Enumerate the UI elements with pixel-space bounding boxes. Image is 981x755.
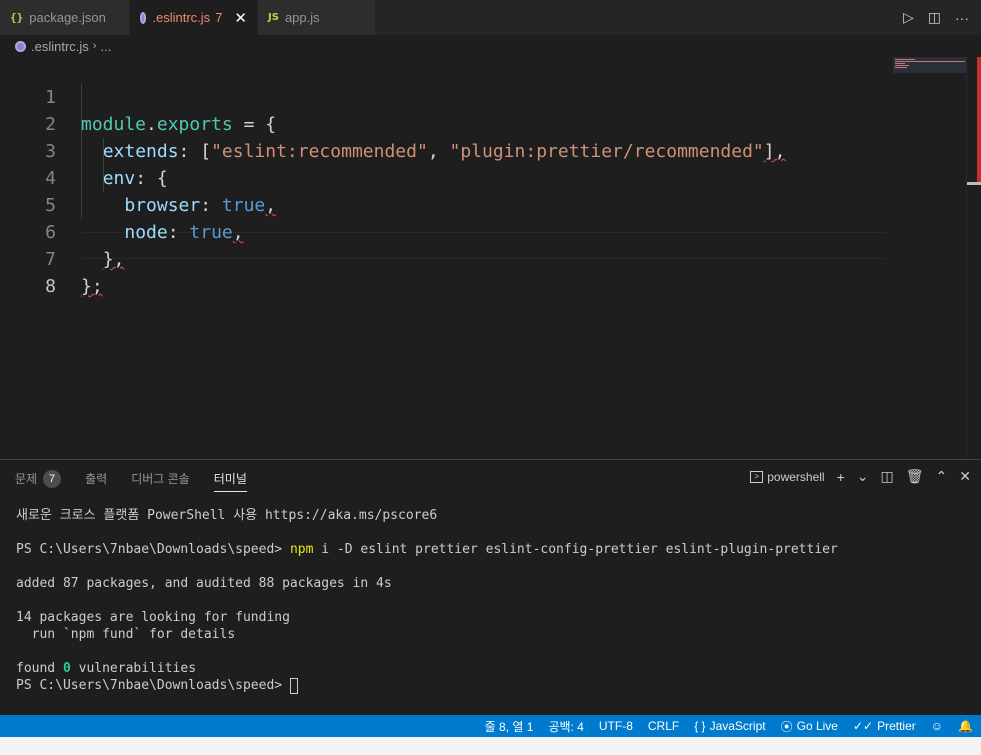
minimap-line <box>895 61 965 62</box>
maximize-panel-icon[interactable]: ⌃ <box>936 468 948 485</box>
tab-problem-count: 7 <box>215 10 223 25</box>
terminal-text: i <box>313 542 337 557</box>
terminal-line: found 0 vulnerabilities <box>16 660 838 677</box>
terminal-cursor <box>289 677 298 694</box>
eslint-file-icon <box>15 40 26 52</box>
json-file-icon: {} <box>10 11 24 24</box>
editor-actions: ▷ ◫ ··· <box>903 0 981 35</box>
terminal-line: 14 packages are looking for funding <box>16 610 290 625</box>
tab-label: 문제 <box>15 472 38 486</box>
trash-icon[interactable]: 🗑 <box>906 468 924 485</box>
code-line: 7 }; <box>0 219 886 297</box>
minimap-line <box>895 63 905 64</box>
tab-terminal[interactable]: 터미널 <box>213 470 247 492</box>
tab-label: package.json <box>29 10 106 25</box>
breadcrumb: .eslintrc.js › ... <box>0 35 981 57</box>
close-icon[interactable]: ✕ <box>959 468 971 485</box>
terminal-line: run `npm fund` for details <box>16 627 236 642</box>
feedback-icon[interactable]: ☺ <box>931 719 943 733</box>
terminal-line: PS C:\Users\7nbae\Downloads\speed> <box>16 677 838 694</box>
terminal-icon: > <box>750 470 764 483</box>
tab-output[interactable]: 출력 <box>85 470 107 487</box>
code-editor[interactable]: 1 module.exports = { 2 extends: ["eslint… <box>0 57 966 459</box>
minimap[interactable] <box>893 57 967 73</box>
tab-label: 디버그 콘솔 <box>131 472 190 486</box>
cursor-position[interactable]: 줄 8, 열 1 <box>485 718 534 735</box>
minimap-line <box>895 65 909 66</box>
braces-icon: { } <box>694 719 706 733</box>
bottom-panel: 문제 7 출력 디버그 콘솔 터미널 > powershell + ⌄ ◫ 🗑 … <box>0 459 981 715</box>
panel-actions: > powershell + ⌄ ◫ 🗑 ⌃ ✕ <box>750 468 971 485</box>
go-live-button[interactable]: ⦿ Go Live <box>781 718 838 735</box>
language-mode[interactable]: { } JavaScript <box>694 719 765 733</box>
tab-label: .eslintrc.js <box>152 10 211 25</box>
terminal-line: PS C:\Users\7nbae\Downloads\speed> npm i… <box>16 541 838 558</box>
status-bar: 줄 8, 열 1 공백: 4 UTF-8 CRLF { } JavaScript … <box>0 715 981 737</box>
tab-label: app.js <box>284 10 320 25</box>
window-bottom-edge <box>0 737 981 755</box>
error-marker <box>977 57 981 182</box>
add-terminal-icon[interactable]: + <box>837 469 845 485</box>
close-icon[interactable]: ✕ <box>234 9 247 27</box>
terminal-line: 새로운 크로스 플랫폼 PowerShell 사용 https://aka.ms… <box>16 508 438 523</box>
terminal-text: found <box>16 661 63 676</box>
code-line: 5 node: true, <box>0 165 886 243</box>
broadcast-icon: ⦿ <box>780 719 793 734</box>
breadcrumb-symbol[interactable]: ... <box>100 39 111 54</box>
terminal-output[interactable]: 새로운 크로스 플랫폼 PowerShell 사용 https://aka.ms… <box>16 507 838 694</box>
code-line: 3 env: { <box>0 111 886 189</box>
end-of-line[interactable]: CRLF <box>648 719 679 733</box>
terminal-text: vulnerabilities <box>70 661 197 676</box>
indentation-setting[interactable]: 공백: 4 <box>548 718 583 735</box>
file-encoding[interactable]: UTF-8 <box>599 719 633 733</box>
editor-tab-bar: {} package.json .eslintrc.js 7 ✕ JS app.… <box>0 0 981 35</box>
code-token: }; <box>81 276 103 297</box>
terminal-prompt: PS C:\Users\7nbae\Downloads\speed> <box>16 542 290 557</box>
vertical-scrollbar[interactable] <box>966 57 981 459</box>
shell-name: powershell <box>767 469 825 484</box>
tab-eslintrc[interactable]: .eslintrc.js 7 ✕ <box>130 0 258 35</box>
bell-icon[interactable]: 🔔 <box>958 719 973 733</box>
split-editor-icon[interactable]: ◫ <box>928 9 941 26</box>
chevron-right-icon: › <box>92 40 97 52</box>
run-icon[interactable]: ▷ <box>903 9 914 26</box>
tab-problems[interactable]: 문제 7 <box>15 469 62 488</box>
tab-app-js[interactable]: JS app.js <box>258 0 376 35</box>
terminal-command: npm <box>289 542 314 557</box>
prettier-label: Prettier <box>877 719 916 733</box>
scrollbar-cursor-marker <box>967 182 981 185</box>
minimap-line <box>895 67 907 68</box>
terminal-flag: -D <box>336 542 353 557</box>
minimap-line <box>895 59 915 60</box>
code-line: 1 module.exports = { <box>0 57 886 135</box>
terminal-prompt: PS C:\Users\7nbae\Downloads\speed> <box>16 678 290 693</box>
prettier-status[interactable]: ✓✓ Prettier <box>853 719 916 733</box>
more-actions-icon[interactable]: ··· <box>955 10 969 26</box>
terminal-number: 0 <box>62 661 71 676</box>
eslint-file-icon <box>140 11 147 24</box>
breadcrumb-file[interactable]: .eslintrc.js <box>31 39 89 54</box>
line-number: 8 <box>45 276 56 297</box>
terminal-text: eslint prettier eslint-config-prettier e… <box>352 542 838 557</box>
code-line: 8 <box>0 246 886 297</box>
problem-count-badge: 7 <box>43 469 62 488</box>
check-all-icon: ✓✓ <box>852 719 874 733</box>
js-file-icon: JS <box>268 12 279 23</box>
code-line: 2 extends: ["eslint:recommended", "plugi… <box>0 84 886 162</box>
code-line: 4 browser: true, <box>0 138 886 216</box>
go-live-label: Go Live <box>796 719 838 733</box>
split-terminal-icon[interactable]: ◫ <box>881 468 894 485</box>
tab-label: 출력 <box>85 472 108 486</box>
tab-package-json[interactable]: {} package.json <box>0 0 130 35</box>
chevron-down-icon[interactable]: ⌄ <box>857 468 869 485</box>
terminal-line: added 87 packages, and audited 88 packag… <box>16 576 392 591</box>
terminal-selector[interactable]: > powershell <box>750 469 825 484</box>
tab-debug-console[interactable]: 디버그 콘솔 <box>131 470 190 487</box>
language-label: JavaScript <box>709 719 766 733</box>
code-line: 6 }, <box>0 192 886 270</box>
tab-label: 터미널 <box>213 472 247 486</box>
